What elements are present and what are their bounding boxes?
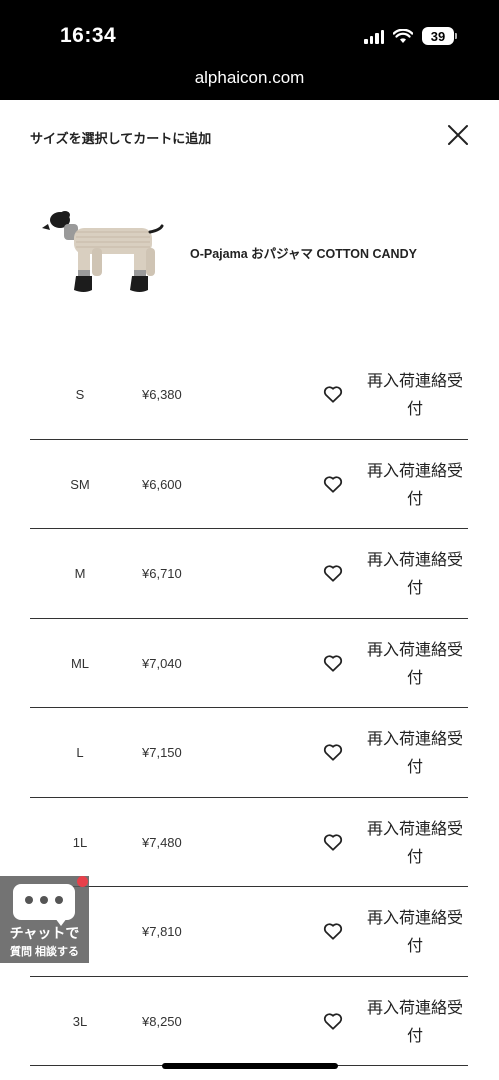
heart-icon[interactable] xyxy=(322,741,344,763)
size-label: SM xyxy=(70,476,90,492)
heart-icon[interactable] xyxy=(322,473,344,495)
size-row: S ¥6,380 再入荷連絡受付 xyxy=(30,350,468,440)
product-name: O-Pajama おパジャマ COTTON CANDY xyxy=(190,247,417,261)
heart-icon[interactable] xyxy=(322,562,344,584)
size-label: 1L xyxy=(72,834,88,850)
product-summary: O-Pajama おパジャマ COTTON CANDY xyxy=(0,180,499,320)
sheet-header: サイズを選択してカートに追加 xyxy=(0,100,499,175)
size-price: ¥7,480 xyxy=(142,834,182,850)
home-indicator[interactable] xyxy=(162,1063,338,1069)
restock-notify-button[interactable]: 再入荷連絡受付 xyxy=(362,547,468,603)
heart-icon[interactable] xyxy=(322,920,344,942)
heart-icon[interactable] xyxy=(322,652,344,674)
size-label: ML xyxy=(70,655,90,671)
sheet-title: サイズを選択してカートに追加 xyxy=(30,131,212,146)
size-row: 3L ¥8,250 再入荷連絡受付 xyxy=(30,977,468,1066)
size-label: 3L xyxy=(72,1013,88,1029)
heart-icon[interactable] xyxy=(322,831,344,853)
size-price: ¥7,040 xyxy=(142,655,182,671)
size-price: ¥7,810 xyxy=(142,924,182,939)
battery-icon: 39 xyxy=(422,27,457,45)
size-row: ¥7,810 再入荷連絡受付 xyxy=(30,887,468,977)
size-label: S xyxy=(75,387,85,402)
size-label: M xyxy=(74,566,86,581)
size-row: ML ¥7,040 再入荷連絡受付 xyxy=(30,619,468,708)
battery-level: 39 xyxy=(422,27,454,45)
size-row: SM ¥6,600 再入荷連絡受付 xyxy=(30,440,468,529)
size-price: ¥6,710 xyxy=(142,566,182,581)
dog-pajama-image xyxy=(42,211,164,292)
status-time: 16:34 xyxy=(60,24,117,47)
chat-widget-button[interactable]: チャットで 質問 相談する xyxy=(0,876,89,963)
restock-notify-button[interactable]: 再入荷連絡受付 xyxy=(362,816,468,872)
chat-sublabel: 質問 相談する xyxy=(9,946,80,958)
notification-badge xyxy=(77,876,88,887)
wifi-icon xyxy=(393,28,413,43)
size-price: ¥7,150 xyxy=(142,745,182,760)
chat-label: チャットで xyxy=(9,925,80,941)
size-price: ¥6,380 xyxy=(142,387,182,402)
size-price: ¥8,250 xyxy=(142,1013,182,1029)
heart-icon[interactable] xyxy=(322,1010,344,1032)
heart-icon[interactable] xyxy=(322,383,344,405)
size-row: L ¥7,150 再入荷連絡受付 xyxy=(30,708,468,798)
status-icons: 39 xyxy=(364,27,457,45)
chat-bubble-icon xyxy=(13,884,75,926)
size-row: M ¥6,710 再入荷連絡受付 xyxy=(30,529,468,619)
restock-notify-button[interactable]: 再入荷連絡受付 xyxy=(362,905,468,961)
url-bar[interactable]: alphaicon.com xyxy=(0,68,499,88)
size-list: S ¥6,380 再入荷連絡受付 SM ¥6,600 再入荷連絡受付 M ¥6,… xyxy=(30,350,468,1066)
close-icon[interactable] xyxy=(445,122,471,148)
size-price: ¥6,600 xyxy=(142,476,182,492)
restock-notify-button[interactable]: 再入荷連絡受付 xyxy=(362,995,468,1051)
restock-notify-button[interactable]: 再入荷連絡受付 xyxy=(362,368,468,424)
restock-notify-button[interactable]: 再入荷連絡受付 xyxy=(362,726,468,782)
size-row: 1L ¥7,480 再入荷連絡受付 xyxy=(30,798,468,887)
signal-icon xyxy=(364,29,384,44)
restock-notify-button[interactable]: 再入荷連絡受付 xyxy=(362,458,468,514)
restock-notify-button[interactable]: 再入荷連絡受付 xyxy=(362,637,468,693)
status-bar: 16:34 39 alphaicon.com xyxy=(0,0,499,100)
size-label: L xyxy=(76,745,84,760)
